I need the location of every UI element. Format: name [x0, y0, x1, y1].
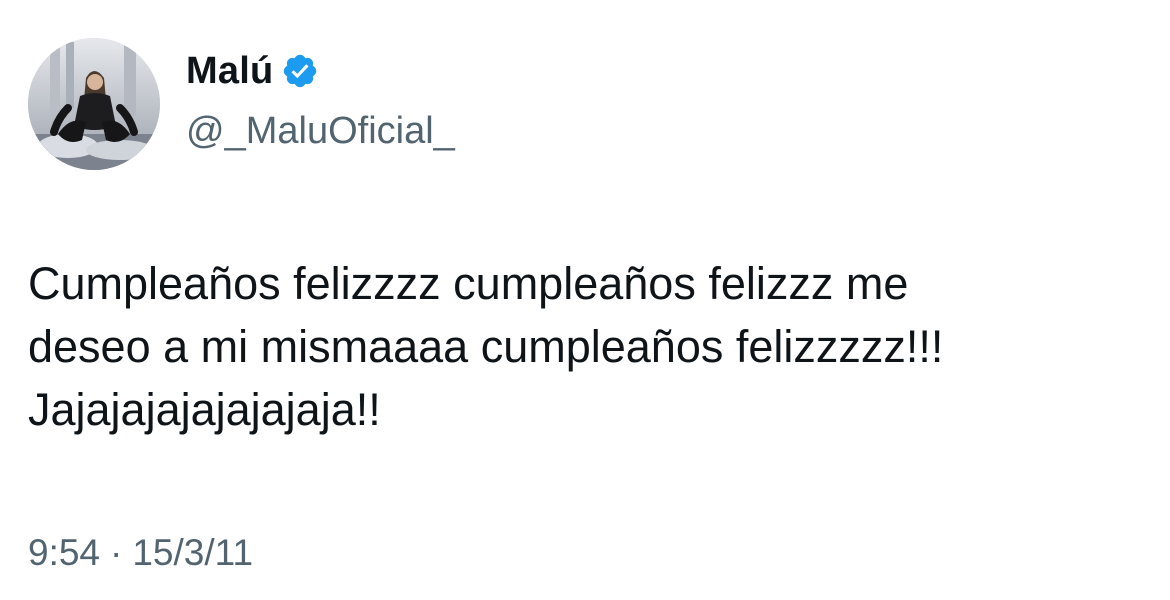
tweet-card: Malú @_MaluOficial_ Cumpleaños felizzzz … — [0, 0, 1170, 600]
meta-separator: · — [110, 532, 123, 573]
tweet-text: Cumpleaños felizzzz cumpleaños felizzz m… — [28, 252, 1128, 441]
author-handle[interactable]: @_MaluOficial_ — [186, 112, 455, 150]
tweet-text-line: Jajajajajajajajaja!! — [28, 384, 381, 435]
tweet-text-line: Cumpleaños felizzzz cumpleaños felizzz m… — [28, 258, 909, 309]
tweet-text-line: deseo a mi mismaaaa cumpleaños felizzzzz… — [28, 321, 944, 372]
avatar[interactable] — [28, 38, 160, 170]
tweet-timestamp[interactable]: 9:54 · 15/3/11 — [28, 534, 253, 571]
tweet-date[interactable]: 15/3/11 — [132, 534, 253, 571]
tweet-time[interactable]: 9:54 — [28, 534, 100, 571]
author-name-row[interactable]: Malú — [186, 52, 319, 90]
author-display-name[interactable]: Malú — [186, 52, 273, 90]
verified-badge-icon — [281, 52, 319, 90]
